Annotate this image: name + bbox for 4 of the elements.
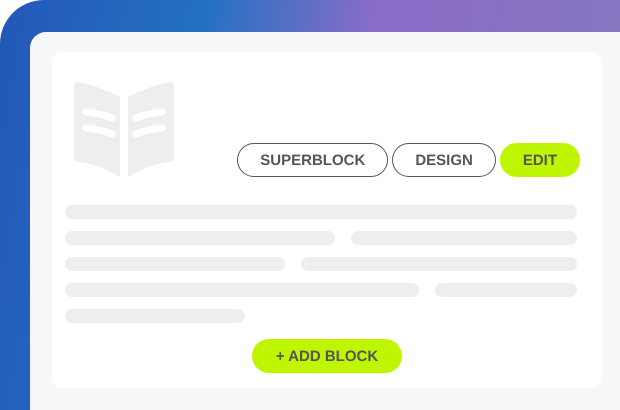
mode-tab[interactable]: SUPERBLOCK — [237, 143, 388, 177]
mode-tab[interactable]: DESIGN — [392, 143, 496, 177]
mode-tab[interactable]: EDIT — [500, 143, 580, 177]
add-block-button[interactable]: + ADD BLOCK — [252, 339, 402, 373]
